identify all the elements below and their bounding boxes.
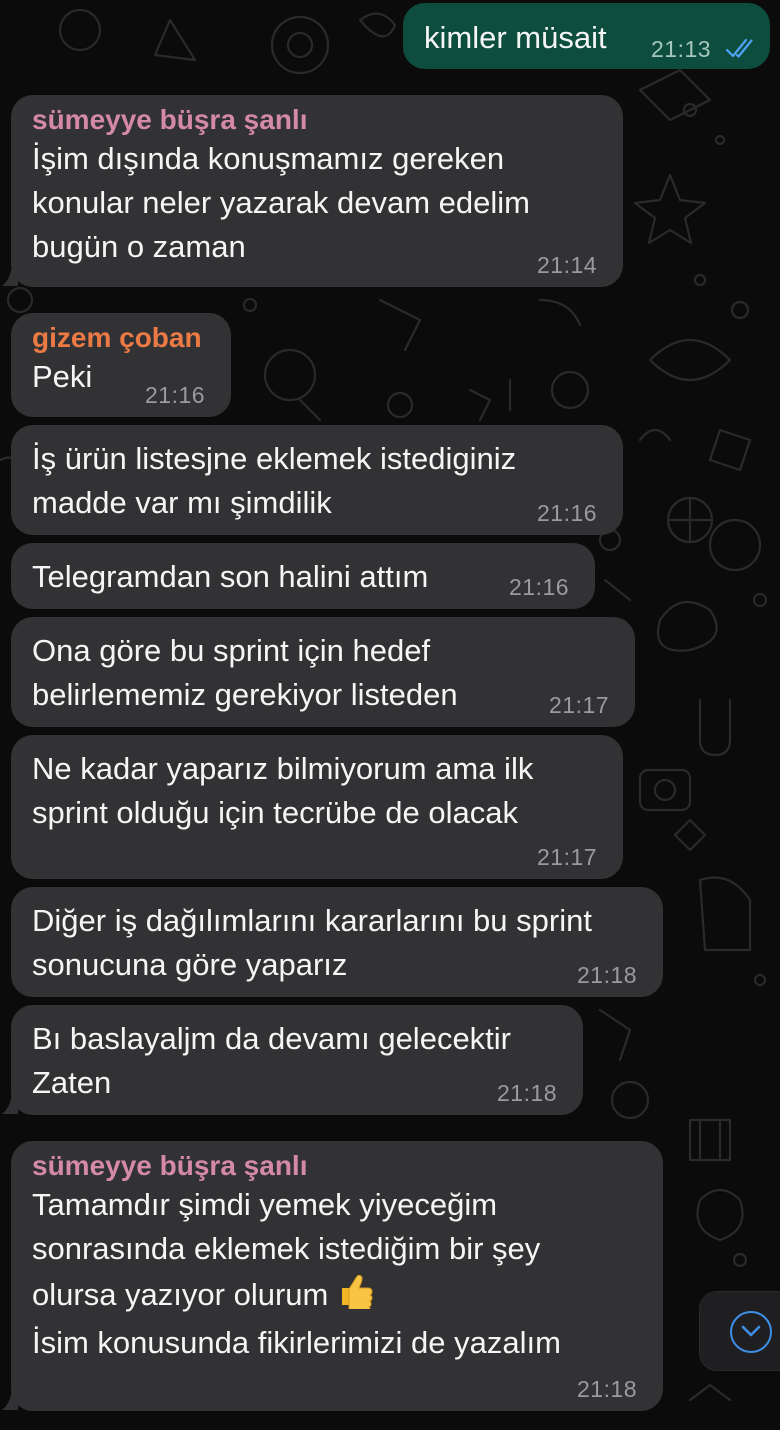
message-text: Tamamdır şimdi yemek yiyeceğim sonrasınd… — [32, 1183, 643, 1365]
chevron-down-circle-icon — [730, 1311, 772, 1353]
message-bubble-outgoing[interactable]: kimler müsait 21:13 — [403, 3, 770, 69]
message-text: Ona göre bu sprint için hedef belirlemem… — [32, 633, 458, 712]
message-bubble-incoming[interactable]: sümeyye büşra şanlı İşim dışında konuşma… — [11, 95, 623, 287]
message-time: 21:13 — [651, 36, 712, 62]
message-text: Diğer iş dağılımlarını kararlarını bu sp… — [32, 903, 592, 982]
message-text: Bı baslayaljm da devamı gelecektir Zaten — [32, 1021, 512, 1100]
sender-name: gizem çoban — [32, 322, 202, 353]
message-time: 21:18 — [577, 962, 638, 988]
message-bubble-incoming[interactable]: Telegramdan son halini attım 21:16 — [11, 543, 595, 609]
thumbs-up-icon — [336, 1271, 374, 1321]
message-text-part: İsim konusunda fikirlerimizi de yazalım — [32, 1325, 561, 1360]
message-time: 21:16 — [537, 500, 598, 526]
sender-name: sümeyye büşra şanlı — [32, 1150, 308, 1181]
message-bubble-incoming[interactable]: İş ürün listesjne eklemek istediginiz ma… — [11, 425, 623, 535]
message-text: İş ürün listesjne eklemek istediginiz ma… — [32, 441, 517, 520]
message-bubble-incoming[interactable]: Ona göre bu sprint için hedef belirlemem… — [11, 617, 635, 727]
scroll-to-bottom-button[interactable] — [699, 1291, 780, 1371]
double-check-read-icon — [725, 38, 753, 58]
message-time: 21:14 — [537, 252, 598, 278]
message-time: 21:18 — [577, 1376, 638, 1402]
message-bubble-incoming[interactable]: gizem çoban Peki 21:16 — [11, 313, 231, 417]
message-time: 21:16 — [509, 574, 570, 600]
chat-view[interactable]: kimler müsait 21:13 sümeyye büşra şanlı … — [0, 0, 780, 1430]
message-time: 21:18 — [497, 1080, 558, 1106]
message-bubble-incoming[interactable]: sümeyye büşra şanlı Tamamdır şimdi yemek… — [11, 1141, 663, 1411]
message-text: İşim dışında konuşmamız gereken konular … — [32, 141, 530, 264]
message-time: 21:17 — [537, 844, 598, 870]
message-bubble-incoming[interactable]: Ne kadar yaparız bilmiyorum ama ilk spri… — [11, 735, 623, 879]
sender-name: sümeyye büşra şanlı — [32, 104, 308, 135]
message-time: 21:17 — [549, 692, 610, 718]
message-bubble-incoming[interactable]: Bı baslayaljm da devamı gelecektir Zaten… — [11, 1005, 583, 1115]
message-time: 21:16 — [145, 382, 206, 408]
message-text: Ne kadar yaparız bilmiyorum ama ilk spri… — [32, 751, 534, 830]
message-bubble-incoming[interactable]: Diğer iş dağılımlarını kararlarını bu sp… — [11, 887, 663, 997]
message-text: Telegramdan son halini attım — [32, 559, 429, 594]
message-text-part: Tamamdır şimdi yemek yiyeceğim sonrasınd… — [32, 1187, 541, 1312]
